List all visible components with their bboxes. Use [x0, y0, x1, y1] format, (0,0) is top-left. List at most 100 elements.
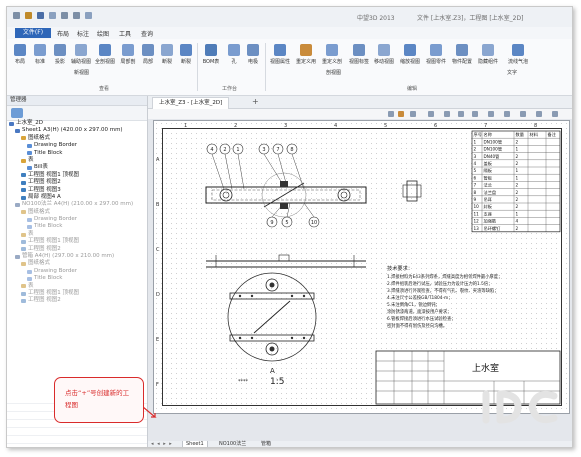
tree-item[interactable]: 工程图 视图2	[7, 297, 147, 304]
bom-cell: 3	[474, 154, 477, 159]
menu-tools[interactable]: 工具	[119, 29, 131, 38]
tree-node-icon	[21, 188, 26, 193]
note-line: 4.未注尺寸公差按GB/T1804-m；	[387, 294, 453, 301]
tree-node-icon	[21, 210, 26, 215]
zoom-fit-icon[interactable]	[410, 111, 416, 117]
bom-cell: 6	[474, 175, 477, 180]
ribbon-view-label-button[interactable]: 视图标签	[348, 42, 370, 72]
sheet-tab-box[interactable]: 管箱	[258, 441, 274, 447]
ribbon-move-view-button[interactable]: 移动视图	[373, 42, 395, 72]
sheet-tab-flange[interactable]: NO100法兰	[216, 441, 249, 447]
ribbon-electrode-button[interactable]: 电极	[242, 42, 264, 72]
history-icon[interactable]	[11, 108, 23, 118]
menu-query[interactable]: 查询	[141, 29, 153, 38]
ruler-letter: E	[156, 337, 159, 343]
tree-item[interactable]: Drawing Border	[7, 216, 147, 223]
tree-item[interactable]: 工程图 视图1 顶视图	[7, 238, 147, 245]
ribbon-view-part-button[interactable]: 视图零件	[425, 42, 447, 72]
render-icon[interactable]	[458, 111, 464, 117]
ruler-letter: D	[156, 292, 160, 298]
save-icon[interactable]	[37, 12, 44, 19]
tree-item[interactable]: 表	[7, 157, 147, 164]
line-style-icon[interactable]	[488, 111, 494, 117]
ribbon-object-config-button[interactable]: 物件配置	[451, 42, 473, 72]
tree-item[interactable]: 工程图 视图3	[7, 187, 147, 194]
ribbon-standard-button[interactable]: 标准	[29, 42, 51, 72]
grid-icon[interactable]	[428, 111, 434, 117]
bom-cell: 7	[474, 183, 477, 188]
ribbon-auxiliary-view-button[interactable]: 辅助视图	[70, 42, 92, 72]
tree-item[interactable]: Bill表	[7, 164, 147, 171]
break-icon	[180, 44, 192, 56]
ribbon-view-properties-button[interactable]: 视图属性	[269, 42, 291, 72]
tree-item-label: Title Block	[34, 223, 63, 230]
add-drawing-button[interactable]: +	[252, 97, 259, 107]
line-width-icon[interactable]	[504, 111, 510, 117]
menu-annotate[interactable]: 标注	[77, 29, 89, 38]
note-line: 3.焊缝须进行外观检查，不得有气孔、裂纹、夹渣等缺陷；	[387, 287, 499, 294]
document-tab[interactable]: 上水室_Z3 - [上水室_2D]	[152, 97, 230, 109]
ribbon-balloon-button[interactable]: 流线气泡	[507, 42, 529, 72]
ribbon-layout-button[interactable]: 布局	[9, 42, 31, 72]
menu-layout[interactable]: 布局	[57, 29, 69, 38]
undo-icon[interactable]	[61, 12, 68, 19]
ribbon-hide-component-button[interactable]: 隐藏组件	[477, 42, 499, 72]
ribbon-text-label[interactable]: 文字	[507, 69, 517, 76]
tree-item[interactable]: Drawing Border	[7, 142, 147, 149]
view-cube-icon[interactable]	[444, 111, 450, 117]
menu-draw[interactable]: 绘图	[97, 29, 109, 38]
tree-item[interactable]: 上水室_2D	[7, 120, 147, 127]
menu-bar: 文件(F) 布局 标注 绘图 工具 查询	[7, 27, 572, 39]
tree-item[interactable]: Title Block	[7, 150, 147, 157]
redo-icon[interactable]	[73, 12, 80, 19]
color-icon[interactable]	[520, 111, 526, 117]
tree-item[interactable]: 工程图 视图2	[7, 246, 147, 253]
display-icon[interactable]	[536, 111, 542, 117]
ribbon-scale-view-button[interactable]: 缩放视图	[399, 42, 421, 72]
tree-item[interactable]: 图纸格式	[7, 260, 147, 267]
ruler-number: 1	[184, 123, 187, 129]
ribbon-bom-button[interactable]: BOM表	[200, 42, 222, 72]
open-folder-icon[interactable]	[25, 12, 32, 19]
tree-item[interactable]: 表	[7, 283, 147, 290]
drawing-graphics: 1 2 3 4 5 6 7 8 A B C D E F 4 2 1 3 7 8 …	[156, 123, 561, 405]
tree-item-label: 工程图 视图3	[28, 186, 61, 193]
ruler-number: 6	[434, 123, 437, 129]
balloon-number: 1	[236, 147, 239, 153]
tree-item[interactable]: Sheet1 A3(H) (420.00 x 297.00 mm)	[7, 127, 147, 134]
highlight-icon[interactable]	[398, 111, 404, 117]
tree-item[interactable]: Drawing Border	[7, 268, 147, 275]
tree-node-icon	[21, 299, 26, 304]
tree-item[interactable]: 图纸格式	[7, 209, 147, 216]
ribbon-break2-button[interactable]: 断裂	[175, 42, 197, 72]
note-line: 1.焊接材料为E43系列焊条，焊缝高度为相邻焊件最小厚度；	[387, 273, 502, 280]
tree-item[interactable]: 图纸格式	[7, 135, 147, 142]
bom-cell: 1	[516, 147, 519, 152]
drawing-canvas[interactable]: 1 2 3 4 5 6 7 8 A B C D E F 4 2 1 3 7 8 …	[153, 120, 570, 414]
bom-header-cell: 备注	[548, 131, 557, 138]
pencil-icon[interactable]	[388, 111, 394, 117]
tree-item[interactable]: 工程图 视图2	[7, 179, 147, 186]
ribbon-redefine-button[interactable]: 重定义用	[295, 42, 317, 72]
ribbon-redefine-section-button[interactable]: 重定义剖	[321, 42, 343, 72]
ribbon-full-section-button[interactable]: 全剖视图	[94, 42, 116, 72]
ribbon-partial-section-button[interactable]: 局部剖	[117, 42, 139, 72]
print-icon[interactable]	[49, 12, 56, 19]
settings-icon[interactable]	[85, 12, 92, 19]
sheet-nav-arrows-icon[interactable]: ◂ ◂ ▸ ▸	[151, 441, 173, 447]
group-view: 查看	[99, 86, 110, 92]
file-menu-button[interactable]: 文件(F)	[15, 28, 51, 38]
layer-icon[interactable]	[472, 111, 478, 117]
tree-item[interactable]: Title Block	[7, 223, 147, 230]
ribbon-section-view-label[interactable]: 剖视图	[326, 69, 341, 76]
tree-item[interactable]: NO100法兰 A4(H) (210.00 x 297.00 mm)	[7, 201, 147, 208]
tree-item-label: Title Block	[34, 149, 63, 156]
redefine-section-icon	[326, 44, 338, 56]
new-file-icon[interactable]	[13, 12, 20, 19]
options-icon[interactable]	[552, 111, 558, 117]
ribbon-projection-button[interactable]: 投影	[49, 42, 71, 72]
tree-item[interactable]: Title Block	[7, 275, 147, 282]
ribbon-new-view-label[interactable]: 新视图	[74, 69, 89, 76]
tree-item-label: 表	[28, 282, 34, 289]
sheet-tab-sheet1[interactable]: Sheet1	[182, 441, 208, 447]
